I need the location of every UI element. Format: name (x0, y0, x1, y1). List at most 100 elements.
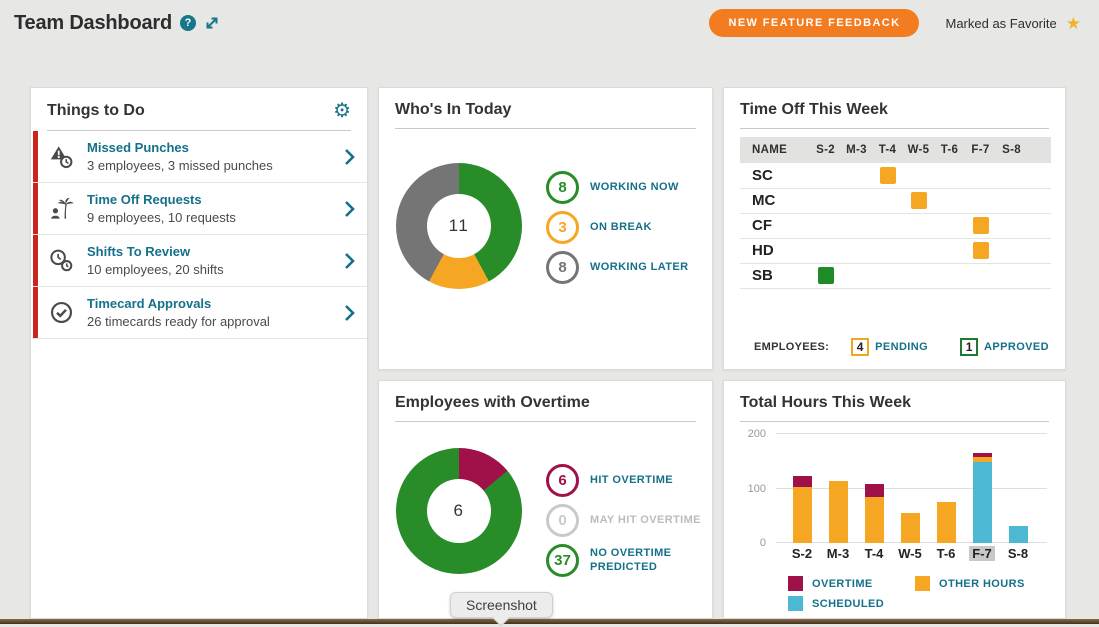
time-off-row: CF (740, 213, 1051, 238)
y-axis-tick: 100 (724, 483, 766, 495)
employee-initials: SC (740, 163, 810, 188)
legend-item-may-hit-overtime: 0 MAY HIT OVERTIME (546, 504, 712, 537)
things-to-do-panel: Things to Do ⚙ Missed Punches 3 employee… (30, 87, 368, 619)
bar-segment (901, 513, 920, 543)
legend-label: ON BREAK (590, 221, 652, 235)
column-header: F-7 (965, 137, 996, 163)
todo-item-title: Shifts To Review (87, 244, 344, 259)
stacked-bar (793, 476, 812, 543)
employee-initials: CF (740, 213, 810, 238)
time-off-row: SB (740, 263, 1051, 288)
approved-count-box: 1 (960, 338, 978, 356)
bar-segment (1009, 526, 1028, 543)
time-off-body: SCMCCFHDSB (740, 163, 1051, 288)
overtime-donut-chart: 6 (396, 448, 522, 574)
panel-title: Time Off This Week (740, 101, 888, 119)
x-axis-label: T-4 (856, 546, 892, 561)
legend-label: OTHER HOURS (939, 578, 1025, 590)
screenshot-tooltip: Screenshot (450, 592, 553, 618)
pending-label: PENDING (875, 341, 928, 353)
pending-count-box: 4 (851, 338, 869, 356)
bottom-edge-bar (0, 619, 1099, 624)
time-off-row: HD (740, 238, 1051, 263)
bar-segment (937, 502, 956, 543)
employee-initials: MC (740, 188, 810, 213)
whos-in-legend: 8 WORKING NOW 3 ON BREAK 8 WORKING LATER (546, 171, 689, 284)
time-off-marker (818, 267, 834, 284)
todo-item-subtitle: 26 timecards ready for approval (87, 314, 344, 329)
missed-punches-icon (48, 143, 75, 170)
legend-count-circle: 6 (546, 464, 579, 497)
chevron-right-icon[interactable] (344, 147, 355, 167)
y-axis-tick: 200 (724, 428, 766, 440)
legend-item-working-later: 8 WORKING LATER (546, 251, 689, 284)
panel-title: Employees with Overtime (395, 394, 590, 412)
stacked-bar (937, 502, 956, 543)
chevron-right-icon[interactable] (344, 303, 355, 323)
gridline (776, 433, 1047, 434)
time-off-icon (48, 195, 75, 222)
todo-item-subtitle: 9 employees, 10 requests (87, 210, 344, 225)
legend-label: MAY HIT OVERTIME (590, 514, 701, 528)
total-hours-week-panel: Total Hours This Week 0100200 S-2M-3T-4W… (723, 380, 1066, 619)
time-off-week-panel: Time Off This Week NAMES-2M-3T-4W-5T-6F-… (723, 87, 1066, 370)
time-off-footer-legend: EMPLOYEES: 4 PENDING 1 APPROVED (754, 338, 1049, 356)
time-off-table: NAMES-2M-3T-4W-5T-6F-7S-8 SCMCCFHDSB (740, 137, 1051, 289)
favorite-star-icon[interactable]: ★ (1066, 15, 1081, 32)
dashboard-grid: Things to Do ⚙ Missed Punches 3 employee… (30, 87, 1066, 619)
legend-count-circle: 8 (546, 251, 579, 284)
legend-label: NO OVERTIME PREDICTED (590, 547, 712, 575)
legend-count-circle: 37 (546, 544, 579, 577)
gear-icon[interactable]: ⚙ (333, 101, 351, 121)
time-off-header-row: NAMES-2M-3T-4W-5T-6F-7S-8 (740, 137, 1051, 163)
stacked-bar (829, 481, 848, 543)
todo-item-shifts-to-review[interactable]: Shifts To Review 10 employees, 20 shifts (33, 235, 367, 287)
page-header: Team Dashboard ? NEW FEATURE FEEDBACK Ma… (0, 0, 1099, 38)
time-off-marker (973, 217, 989, 234)
todo-item-title: Timecard Approvals (87, 296, 344, 311)
stacked-bar (901, 513, 920, 543)
legend-item-hit-overtime: 6 HIT OVERTIME (546, 464, 712, 497)
todo-item-missed-punches[interactable]: Missed Punches 3 employees, 3 missed pun… (33, 131, 367, 183)
todo-item-title: Missed Punches (87, 140, 344, 155)
x-axis-label: S-8 (1000, 546, 1036, 561)
bar-segment (865, 484, 884, 497)
todo-item-title: Time Off Requests (87, 192, 344, 207)
panel-title: Total Hours This Week (740, 394, 911, 412)
column-header: S-8 (996, 137, 1027, 163)
x-axis-label: W-5 (892, 546, 928, 561)
stacked-bar (973, 453, 992, 543)
legend-swatch (788, 596, 803, 611)
new-feature-feedback-button[interactable]: NEW FEATURE FEEDBACK (709, 9, 919, 37)
x-axis-label: F-7 (964, 546, 1000, 561)
panel-title: Things to Do (47, 102, 145, 120)
favorite-label: Marked as Favorite (945, 16, 1056, 31)
total-hours-xlabels: S-2M-3T-4W-5T-6F-7S-8 (784, 546, 1065, 561)
chevron-right-icon[interactable] (344, 251, 355, 271)
overtime-legend: 6 HIT OVERTIME 0 MAY HIT OVERTIME 37 NO … (546, 464, 712, 577)
column-header: M-3 (841, 137, 872, 163)
x-axis-label: T-6 (928, 546, 964, 561)
legend-item-no-overtime-predicted: 37 NO OVERTIME PREDICTED (546, 544, 712, 577)
chevron-right-icon[interactable] (344, 199, 355, 219)
x-axis-label: S-2 (784, 546, 820, 561)
legend-count-circle: 3 (546, 211, 579, 244)
page-title: Team Dashboard (14, 12, 172, 35)
column-header: NAME (740, 137, 810, 163)
time-off-marker (880, 167, 896, 184)
approved-label: APPROVED (984, 341, 1049, 353)
todo-list: Missed Punches 3 employees, 3 missed pun… (31, 131, 367, 339)
help-icon[interactable]: ? (180, 15, 196, 31)
time-off-row: MC (740, 188, 1051, 213)
legend-count-circle: 8 (546, 171, 579, 204)
employees-label: EMPLOYEES: (754, 341, 829, 353)
expand-icon[interactable] (204, 15, 220, 31)
todo-item-timecard-approvals[interactable]: Timecard Approvals 26 timecards ready fo… (33, 287, 367, 339)
approval-check-icon (48, 299, 75, 326)
time-off-marker (911, 192, 927, 209)
bar-segment (793, 487, 812, 543)
total-hours-legend: OVERTIME OTHER HOURS SCHEDULED (788, 576, 1065, 611)
legend-label: OVERTIME (812, 578, 873, 590)
legend-item-scheduled: SCHEDULED (788, 596, 915, 611)
todo-item-time-off-requests[interactable]: Time Off Requests 9 employees, 10 reques… (33, 183, 367, 235)
